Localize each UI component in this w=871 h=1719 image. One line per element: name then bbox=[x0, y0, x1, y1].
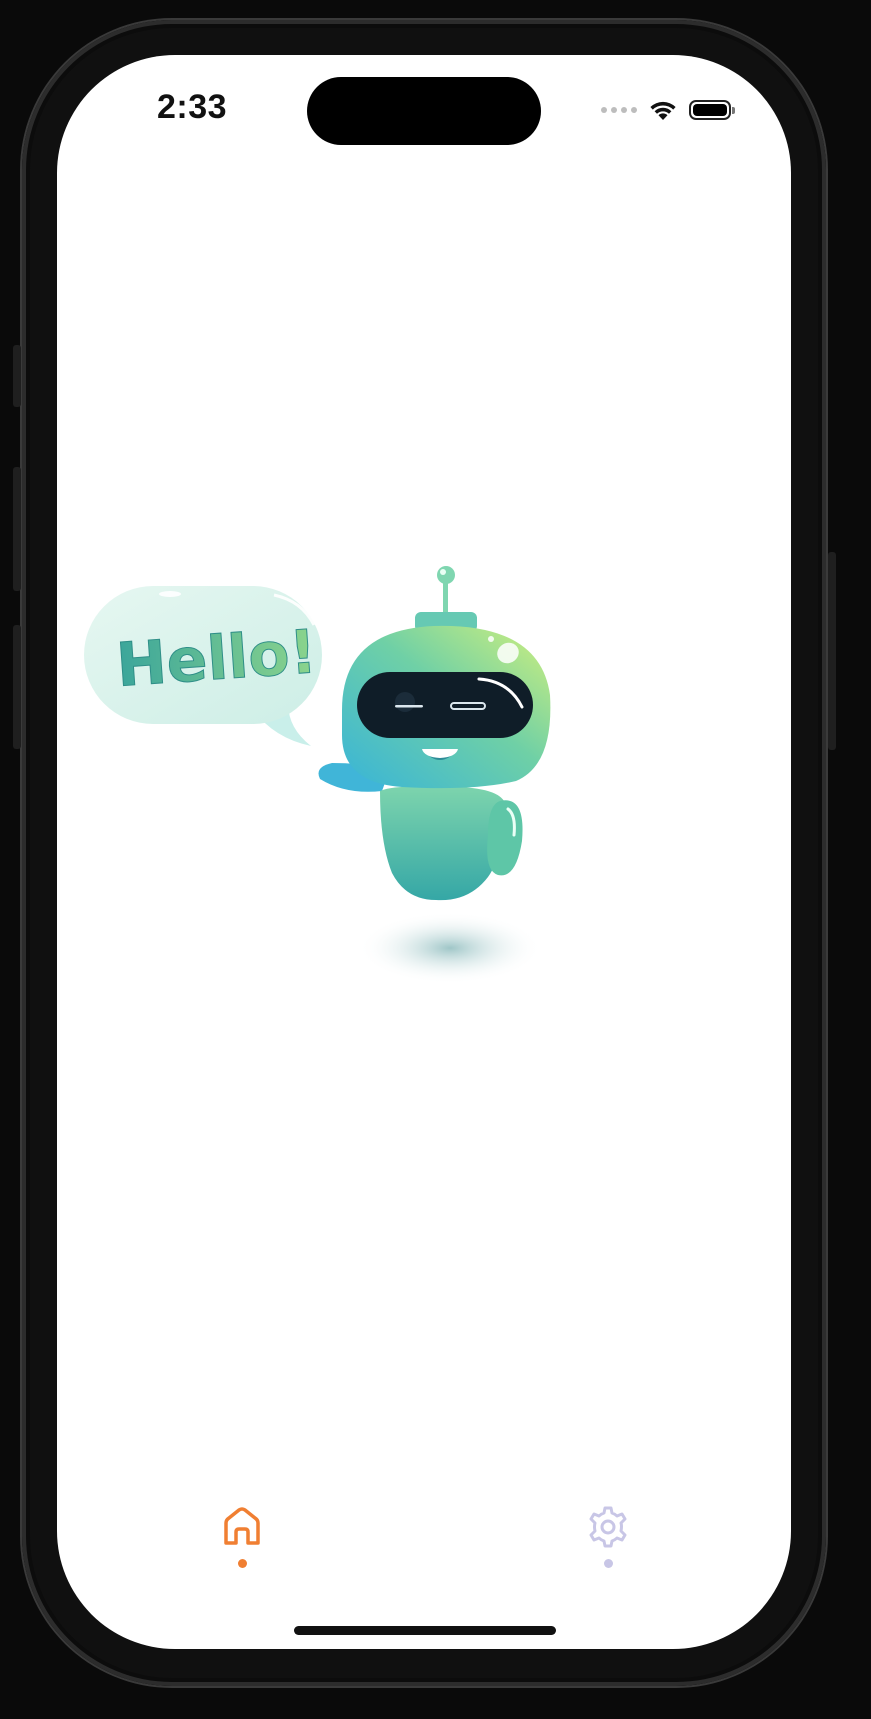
power-button bbox=[828, 552, 836, 750]
action-button bbox=[13, 345, 21, 407]
home-indicator[interactable] bbox=[294, 1626, 556, 1635]
robot-illustration: Hello! bbox=[84, 566, 551, 984]
tab-home[interactable] bbox=[212, 1505, 272, 1585]
dynamic-island bbox=[307, 77, 541, 145]
tab-settings[interactable] bbox=[578, 1505, 638, 1585]
status-time: 2:33 bbox=[157, 88, 228, 126]
cellular-signal-icon bbox=[601, 107, 637, 113]
tab-bar bbox=[57, 1505, 791, 1595]
volume-up-button bbox=[13, 467, 21, 591]
app-screen: 2:33 Hello! bbox=[57, 55, 791, 1649]
gear-icon bbox=[589, 1506, 627, 1548]
wifi-icon bbox=[650, 101, 676, 120]
status-icons bbox=[601, 95, 735, 125]
status-bar: 2:33 bbox=[57, 55, 791, 165]
volume-down-button bbox=[13, 625, 21, 749]
speech-bubble-text: Hello! bbox=[114, 617, 319, 701]
home-icon bbox=[224, 1507, 260, 1545]
speech-bubble: Hello! bbox=[84, 586, 322, 746]
tab-settings-dot bbox=[603, 1559, 613, 1568]
tab-home-active-dot bbox=[237, 1559, 247, 1568]
battery-icon bbox=[689, 100, 735, 120]
